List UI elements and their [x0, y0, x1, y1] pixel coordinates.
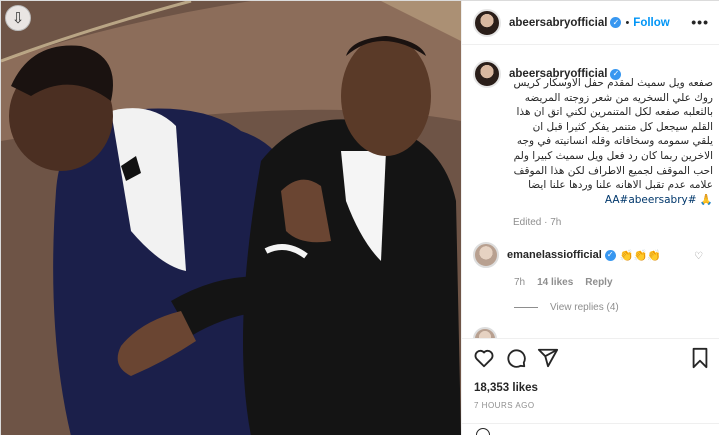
- post-timestamp: 7 HOURS AGO: [474, 401, 535, 410]
- comment-avatar[interactable]: [473, 327, 497, 338]
- caption-edited: Edited · 7h: [513, 217, 562, 228]
- post-photo[interactable]: ⇩: [1, 1, 461, 435]
- comments-section: abeersabryofficial ✓ صفعه ويل سميث لمقدم…: [462, 45, 719, 338]
- caption-hashtags[interactable]: #AA#abeersabry: [605, 194, 697, 206]
- heart-icon[interactable]: [473, 347, 495, 369]
- likes-count[interactable]: 18,353 likes: [474, 382, 538, 394]
- caption: abeersabryofficial ✓ صفعه ويل سميث لمقدم…: [473, 60, 713, 207]
- comment-avatar[interactable]: [473, 242, 499, 268]
- emoji-icon[interactable]: [476, 428, 490, 435]
- comment-icon[interactable]: [505, 347, 527, 369]
- follow-button[interactable]: Follow: [633, 17, 669, 29]
- verified-icon: ✓: [604, 249, 616, 261]
- comment-username[interactable]: emanelassiofficial: [507, 249, 602, 261]
- post-header: abeersabryofficial ✓ • Follow •••: [462, 1, 719, 45]
- more-options-icon[interactable]: •••: [691, 14, 709, 30]
- avatar[interactable]: [473, 8, 501, 37]
- comment-text: 👏👏👏: [619, 248, 661, 262]
- post-sidebar: abeersabryofficial ✓ • Follow ••• abeers…: [461, 1, 719, 435]
- share-icon[interactable]: [537, 347, 559, 369]
- comment-time: 7h: [514, 277, 526, 288]
- post-window: ⇩ abeersabryofficial ✓ • Follow ••• abee…: [0, 0, 719, 435]
- caption-avatar[interactable]: [473, 60, 501, 88]
- download-icon: ⇩: [11, 8, 25, 27]
- header-separator: •: [625, 16, 630, 29]
- bookmark-icon[interactable]: [689, 347, 711, 369]
- view-replies-button[interactable]: View replies (4): [514, 302, 713, 313]
- verified-icon: ✓: [610, 17, 622, 28]
- comment-reply-button[interactable]: Reply: [585, 277, 612, 288]
- comment-meta: 7h 14 likes Reply: [514, 277, 713, 288]
- comment-likes[interactable]: 14 likes: [537, 277, 573, 288]
- header-username[interactable]: abeersabryofficial: [509, 17, 607, 29]
- action-bar: 18,353 likes 7 HOURS AGO: [462, 338, 719, 435]
- photo-illustration: [1, 1, 461, 435]
- next-comment-partial: [473, 327, 497, 338]
- comment-item: emanelassiofficial ✓ 👏👏👏 ♡ 7h 14 likes R…: [473, 242, 713, 313]
- view-replies-label: View replies (4): [550, 302, 619, 313]
- replies-divider: [514, 307, 538, 308]
- download-button[interactable]: ⇩: [5, 5, 31, 31]
- caption-body: صفعه ويل سميث لمقدم حفل الاوسكار كريس رو…: [513, 77, 713, 206]
- comment-like-icon[interactable]: ♡: [694, 251, 703, 262]
- caption-text: صفعه ويل سميث لمقدم حفل الاوسكار كريس رو…: [513, 76, 713, 207]
- add-comment-bar: [462, 423, 719, 435]
